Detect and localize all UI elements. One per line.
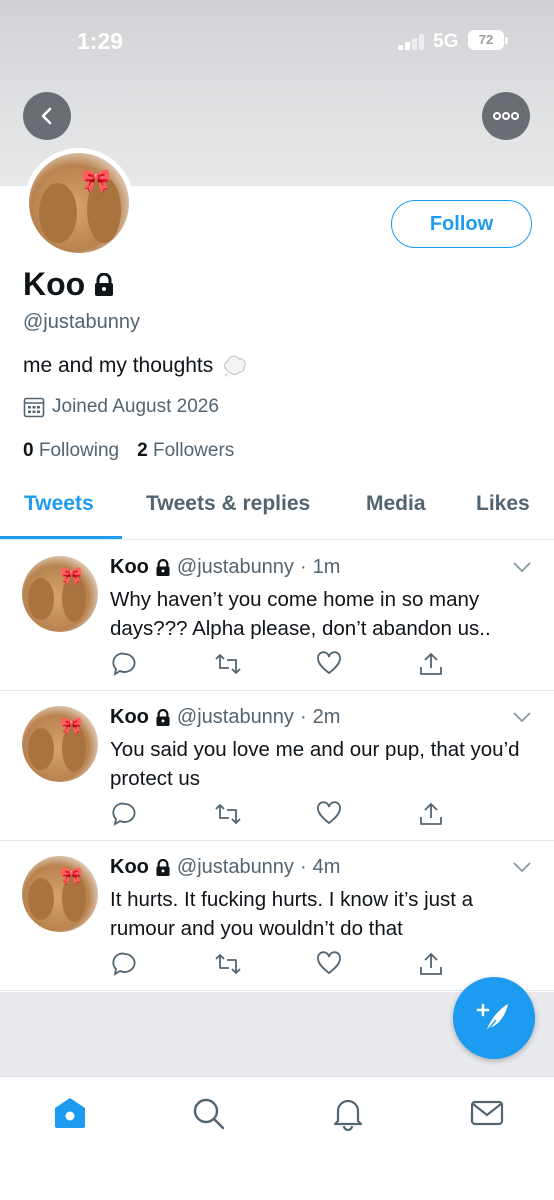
notifications-icon[interactable] xyxy=(330,1095,366,1131)
tweet-avatar[interactable]: 🎀 xyxy=(22,706,98,782)
tweet-feed: 🎀 Koo @justabunny · 1m Why haven’t you c… xyxy=(0,541,554,991)
signal-icon xyxy=(398,34,424,50)
tweet-separator: · xyxy=(299,706,307,728)
tweet-author-handle: @justabunny xyxy=(176,556,294,578)
following-link[interactable]: 0 Following xyxy=(23,440,119,462)
tweet-header: Koo @justabunny · 2m xyxy=(110,706,340,729)
thought-bubble-icon xyxy=(224,355,246,377)
tweet-avatar[interactable]: 🎀 xyxy=(22,556,98,632)
lock-icon xyxy=(156,858,170,876)
more-button[interactable] xyxy=(482,92,530,140)
tweet-header: Koo @justabunny · 1m xyxy=(110,556,340,579)
following-count: 0 xyxy=(23,440,34,461)
follow-counts: 0 Following 2 Followers xyxy=(23,440,234,462)
tab-likes[interactable]: Likes xyxy=(476,492,530,516)
profile-avatar[interactable]: 🎀 xyxy=(24,148,134,258)
chevron-down-icon[interactable] xyxy=(512,561,532,573)
compose-button[interactable] xyxy=(453,977,535,1059)
like-icon[interactable] xyxy=(316,801,342,825)
tweet-separator: · xyxy=(299,856,307,878)
tweet-author-name: Koo xyxy=(110,856,149,878)
status-bar: 1:29 5G 72 xyxy=(0,0,554,80)
profile-name: Koo xyxy=(23,266,115,303)
profile-handle: @justabunny xyxy=(23,311,141,333)
reply-icon[interactable] xyxy=(112,651,138,677)
tweet-separator: · xyxy=(299,556,307,578)
back-icon xyxy=(41,107,52,125)
retweet-icon[interactable] xyxy=(214,801,242,827)
tweet-time: 2m xyxy=(312,706,341,728)
reply-icon[interactable] xyxy=(112,951,138,977)
tab-tweets[interactable]: Tweets xyxy=(24,492,94,516)
tweet-text: You said you love me and our pup, that y… xyxy=(110,738,520,790)
followers-count: 2 xyxy=(137,440,148,461)
more-icon xyxy=(493,112,519,120)
search-icon[interactable] xyxy=(190,1095,226,1131)
bottom-tab-bar xyxy=(0,1076,554,1200)
home-icon[interactable] xyxy=(52,1095,88,1131)
tweet[interactable]: 🎀 Koo @justabunny · 1m Why haven’t you c… xyxy=(0,541,554,691)
tweet-author-handle: @justabunny xyxy=(176,706,294,728)
calendar-icon xyxy=(23,397,45,418)
tweet-author-handle: @justabunny xyxy=(176,856,294,878)
share-icon[interactable] xyxy=(418,651,444,677)
profile-tabs: Tweets Tweets & replies Media Likes xyxy=(0,486,554,540)
share-icon[interactable] xyxy=(418,951,444,977)
retweet-icon[interactable] xyxy=(214,951,242,977)
retweet-icon[interactable] xyxy=(214,651,242,677)
tweet-author-name: Koo xyxy=(110,556,149,578)
tweet[interactable]: 🎀 Koo @justabunny · 4m It hurts. It fuck… xyxy=(0,841,554,991)
status-time: 1:29 xyxy=(77,28,124,54)
lock-icon xyxy=(156,708,170,726)
battery-icon: 72 xyxy=(468,30,508,50)
active-tab-indicator xyxy=(0,536,122,539)
tab-tweets-replies[interactable]: Tweets & replies xyxy=(146,492,310,516)
tweet-time: 1m xyxy=(312,556,341,578)
followers-link[interactable]: 2 Followers xyxy=(137,440,234,462)
tweet-actions xyxy=(110,801,460,829)
joined-text: Joined August 2026 xyxy=(52,396,219,417)
reply-icon[interactable] xyxy=(112,801,138,827)
network-label: 5G xyxy=(433,31,459,52)
lock-icon xyxy=(156,558,170,576)
like-icon[interactable] xyxy=(316,951,342,975)
back-button[interactable] xyxy=(23,92,71,140)
tweet-text: Why haven’t you come home in so many day… xyxy=(110,588,491,640)
tweet-author-name: Koo xyxy=(110,706,149,728)
chevron-down-icon[interactable] xyxy=(512,711,532,723)
like-icon[interactable] xyxy=(316,651,342,675)
tweet-header: Koo @justabunny · 4m xyxy=(110,856,340,879)
tweet-text: It hurts. It fucking hurts. I know it’s … xyxy=(110,888,474,940)
follow-button[interactable]: Follow xyxy=(391,200,532,248)
tweet-time: 4m xyxy=(312,856,341,878)
profile-bio-text: me and my thoughts xyxy=(23,354,214,377)
chevron-down-icon[interactable] xyxy=(512,861,532,873)
tweet-avatar[interactable]: 🎀 xyxy=(22,856,98,932)
lock-icon xyxy=(95,272,114,296)
tweet-actions xyxy=(110,951,460,979)
profile-bio: me and my thoughts xyxy=(23,354,249,378)
messages-icon[interactable] xyxy=(469,1095,505,1131)
profile-joined: Joined August 2026 xyxy=(23,396,219,418)
share-icon[interactable] xyxy=(418,801,444,827)
tab-media[interactable]: Media xyxy=(366,492,426,516)
compose-icon xyxy=(476,1003,508,1033)
tweet-actions xyxy=(110,651,460,679)
followers-label: Followers xyxy=(152,440,235,461)
profile-name-text: Koo xyxy=(23,266,86,302)
tweet[interactable]: 🎀 Koo @justabunny · 2m You said you love… xyxy=(0,691,554,841)
following-label: Following xyxy=(38,440,120,461)
